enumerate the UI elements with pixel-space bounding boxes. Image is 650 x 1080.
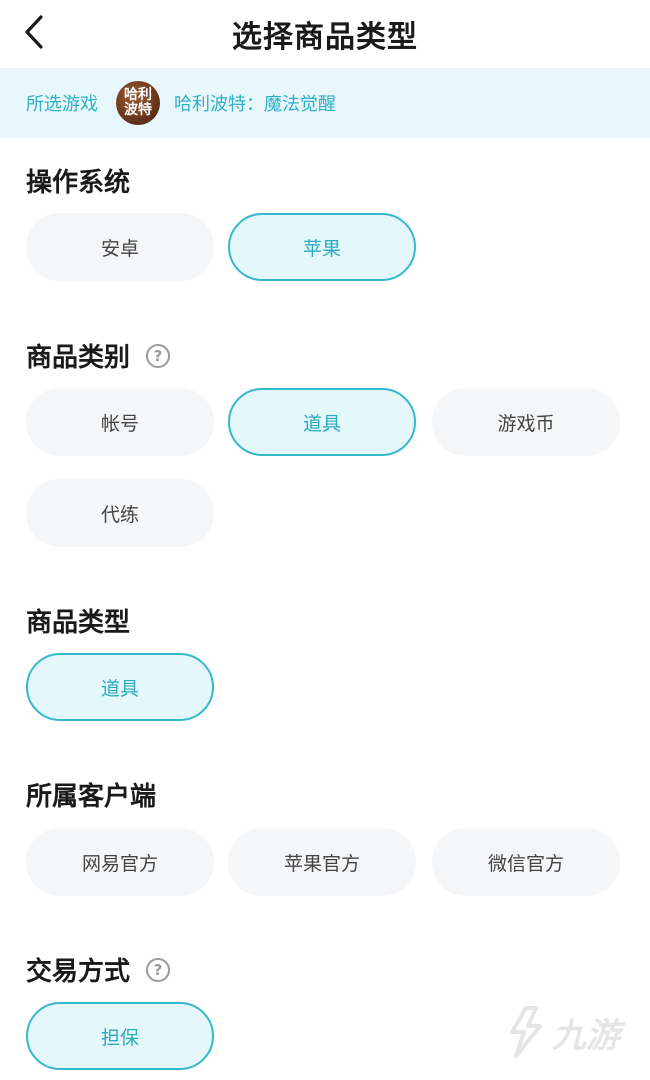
watermark-logo-icon <box>510 1006 542 1058</box>
section-title-type: 商品类型 <box>26 602 130 639</box>
game-logo: 哈利波特 <box>116 81 160 125</box>
selected-game-bar[interactable]: 所选游戏 哈利波特 哈利波特：魔法觉醒 <box>0 68 650 138</box>
option-client-wechat[interactable]: 微信官方 <box>432 828 620 896</box>
section-title-os-text: 操作系统 <box>26 168 131 198</box>
page-title: 选择商品类型 <box>232 20 418 55</box>
section-title-category-text: 商品类别 <box>26 343 131 373</box>
header: 选择商品类型 <box>0 0 650 68</box>
section-title-client: 所属客户端 <box>26 776 156 813</box>
option-os-ios[interactable]: 苹果 <box>228 213 416 281</box>
section-title-client-text: 所属客户端 <box>26 782 157 812</box>
game-logo-text: 哈利波特 <box>124 87 152 118</box>
option-category-account[interactable]: 帐号 <box>26 388 214 456</box>
section-title-category: 商品类别 ? <box>26 337 171 374</box>
option-trade-escrow[interactable]: 担保 <box>26 1002 214 1070</box>
option-category-boosting[interactable]: 代练 <box>26 479 214 547</box>
selected-game-name: 哈利波特：魔法觉醒 <box>174 94 336 115</box>
option-type-item[interactable]: 道具 <box>26 653 214 721</box>
selected-game-label: 所选游戏 <box>26 94 98 115</box>
option-client-netease[interactable]: 网易官方 <box>26 828 214 896</box>
help-icon[interactable]: ? <box>146 343 171 368</box>
section-title-trade: 交易方式 ? <box>26 951 171 988</box>
section-title-os: 操作系统 <box>26 162 130 199</box>
option-category-currency[interactable]: 游戏币 <box>432 388 620 456</box>
option-os-android[interactable]: 安卓 <box>26 213 214 281</box>
option-category-item[interactable]: 道具 <box>228 388 416 456</box>
watermark: 九游 <box>502 1006 620 1058</box>
section-title-trade-text: 交易方式 <box>26 957 131 987</box>
watermark-text: 九游 <box>552 1015 620 1056</box>
help-icon[interactable]: ? <box>146 957 171 982</box>
section-title-type-text: 商品类型 <box>26 608 131 638</box>
option-client-apple[interactable]: 苹果官方 <box>228 828 416 896</box>
